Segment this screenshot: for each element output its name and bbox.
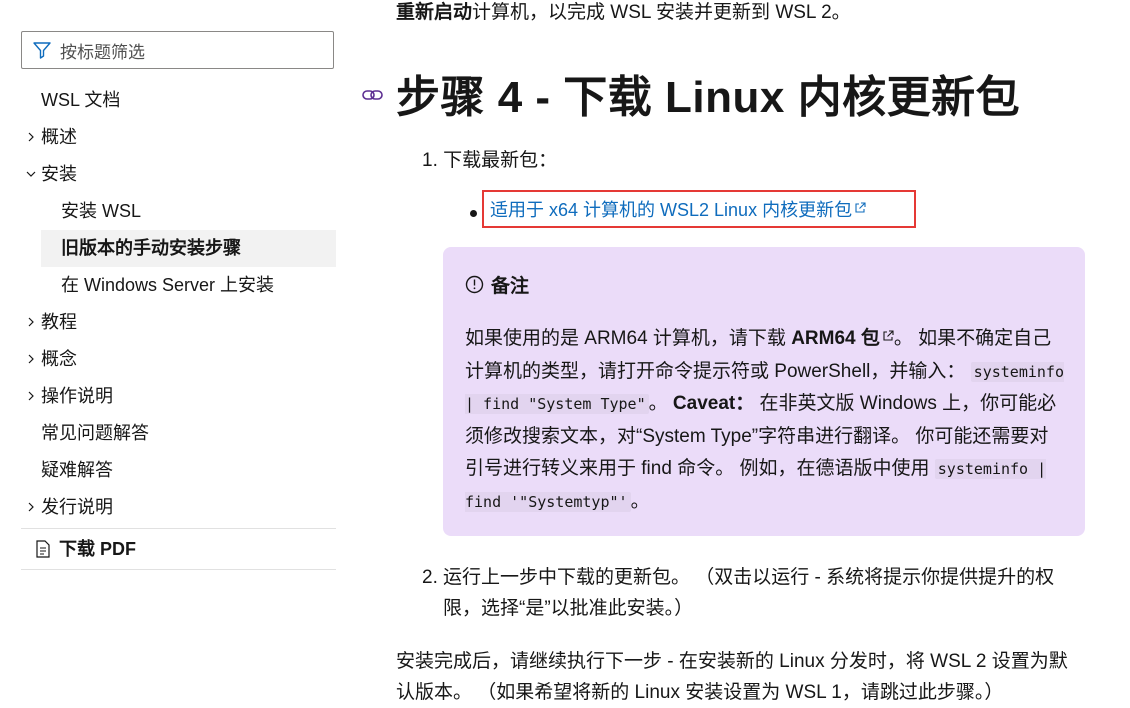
sidebar-item-label: 安装 WSL <box>61 201 142 221</box>
anchor-link-icon[interactable] <box>362 88 384 102</box>
sidebar-item[interactable]: 概述 <box>21 119 336 156</box>
external-link-icon <box>883 330 894 341</box>
sidebar-item-label: WSL 文档 <box>41 90 121 110</box>
sidebar-nav: WSL 文档 概述安装安装 WSL 旧版本的手动安装步骤在 Windows Serv… <box>21 82 336 570</box>
note-text-3: 。 <box>648 393 673 415</box>
intro-text: 计算机，以完成 WSL 安装并更新到 WSL 2。 <box>472 2 851 23</box>
sidebar-item-label: 操作说明 <box>41 386 113 406</box>
note-callout: 备注 如果使用的是 ARM64 计算机，请下载 ARM64 包。 如果不确定自己… <box>443 247 1085 536</box>
arm64-package-link[interactable]: ARM64 包 <box>791 328 894 349</box>
info-icon <box>465 275 484 293</box>
chevron-right-icon <box>28 317 34 327</box>
sidebar-item[interactable]: 旧版本的手动安装步骤 <box>41 230 336 267</box>
chevron-right-icon <box>28 354 34 364</box>
sidebar-item[interactable]: 安装 WSL <box>21 193 336 230</box>
sidebar-item-label: 发行说明 <box>41 497 113 517</box>
arm64-link-text: ARM64 包 <box>791 328 880 349</box>
kernel-update-download-link[interactable]: 适用于 x64 计算机的 WSL2 Linux 内核更新包 <box>490 198 866 222</box>
step-1: 1. 下载最新包： <box>422 147 557 175</box>
sidebar-item-label: 概念 <box>41 349 77 369</box>
external-link-icon <box>855 202 866 213</box>
kernel-update-link-text: 适用于 x64 计算机的 WSL2 Linux 内核更新包 <box>490 200 853 220</box>
intro-bold: 重新启动 <box>396 2 473 23</box>
chevron-down-icon <box>26 171 36 177</box>
step-1-text: 下载最新包： <box>443 150 558 171</box>
section-heading: 步骤 4 - 下载 Linux 内核更新包 <box>396 73 1021 122</box>
filter-icon <box>33 42 51 59</box>
sidebar-item-label: 疑难解答 <box>41 460 113 480</box>
sidebar-item[interactable]: 发行说明 <box>21 489 336 526</box>
after-install-paragraph: 安装完成后，请继续执行下一步 - 在安装新的 Linux 分发时，将 WSL 2… <box>396 651 1068 703</box>
chevron-right-icon <box>28 502 34 512</box>
filter-placeholder: 按标题筛选 <box>60 42 145 62</box>
step-2-text: 运行上一步中下载的更新包。 （双击以运行 - 系统将提示你提供提升的权限，选择“… <box>443 567 1055 619</box>
step-2-number: 2. <box>422 567 438 588</box>
sidebar-item[interactable]: 常见问题解答 <box>21 415 336 452</box>
sidebar-item[interactable]: 概念 <box>21 341 336 378</box>
sidebar-item-label: 在 Windows Server 上安装 <box>61 275 275 295</box>
chevron-right-icon <box>28 391 34 401</box>
sidebar-item-label: 常见问题解答 <box>41 423 149 443</box>
pdf-document-icon <box>36 540 50 558</box>
download-pdf-label: 下载 PDF <box>59 539 137 559</box>
download-pdf-button[interactable]: 下载 PDF <box>21 529 336 570</box>
sidebar-item-label: 安装 <box>41 164 77 184</box>
highlight-box: 适用于 x64 计算机的 WSL2 Linux 内核更新包 <box>482 190 916 228</box>
note-body: 如果使用的是 ARM64 计算机，请下载 ARM64 包。 如果不确定自己计算机… <box>465 323 1065 519</box>
note-title-text: 备注 <box>491 275 530 297</box>
sidebar-item[interactable]: 操作说明 <box>21 378 336 415</box>
sidebar-item-label: 旧版本的手动安装步骤 <box>61 238 241 258</box>
note-text-1: 如果使用的是 ARM64 计算机，请下载 <box>465 328 792 349</box>
chevron-right-icon <box>28 132 34 142</box>
step-1-number: 1. <box>422 150 438 171</box>
note-text-5: 。 <box>630 490 650 512</box>
caveat-label: Caveat： <box>672 393 755 415</box>
filter-by-title-input[interactable]: 按标题筛选 <box>21 31 334 69</box>
sidebar-item[interactable]: 教程 <box>21 304 336 341</box>
sidebar-item[interactable]: 安装 <box>21 156 336 193</box>
note-title: 备注 <box>465 267 1063 301</box>
sidebar-item[interactable]: 在 Windows Server 上安装 <box>21 267 336 304</box>
sidebar-item-label: 概述 <box>41 127 77 147</box>
intro-line: 重新启动计算机，以完成 WSL 安装并更新到 WSL 2。 <box>396 0 851 27</box>
sidebar-item[interactable]: 疑难解答 <box>21 452 336 489</box>
sidebar-item[interactable]: WSL 文档 <box>21 82 336 119</box>
step-2: 2. 运行上一步中下载的更新包。 （双击以运行 - 系统将提示你提供提升的权限，… <box>422 562 1082 624</box>
sidebar-item-label: 教程 <box>41 312 77 332</box>
